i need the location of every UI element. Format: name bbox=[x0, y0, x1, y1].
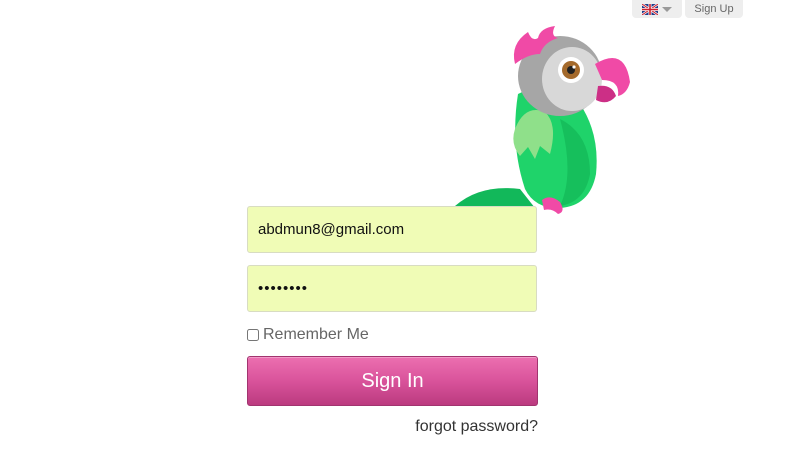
remember-me-label[interactable]: Remember Me bbox=[263, 326, 369, 344]
sign-in-button[interactable]: Sign In bbox=[247, 356, 538, 406]
chevron-down-icon bbox=[662, 7, 672, 12]
login-page: Sign Up Remember Me Sign I bbox=[0, 0, 810, 460]
password-field[interactable] bbox=[247, 265, 537, 312]
signup-button[interactable]: Sign Up bbox=[685, 0, 743, 18]
language-selector[interactable] bbox=[632, 0, 682, 18]
parrot-mascot-icon bbox=[455, 26, 630, 214]
forgot-password-link[interactable]: forgot password? bbox=[380, 418, 538, 436]
remember-me-row: Remember Me bbox=[247, 324, 369, 346]
email-field[interactable] bbox=[247, 206, 537, 253]
uk-flag-icon bbox=[642, 3, 658, 15]
remember-me-checkbox[interactable] bbox=[247, 329, 259, 341]
